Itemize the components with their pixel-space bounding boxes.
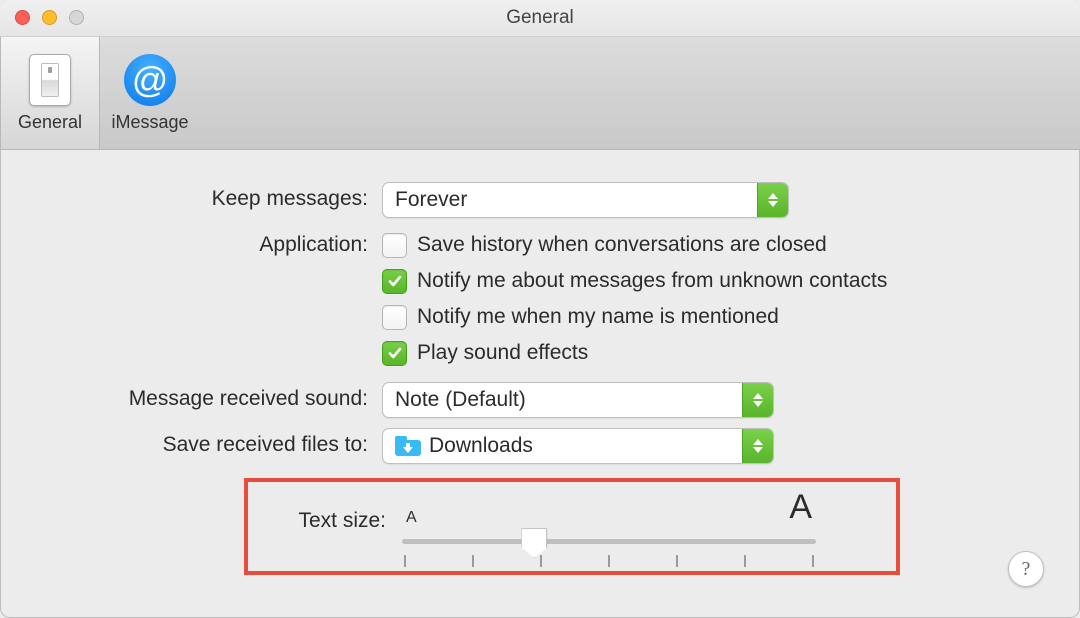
- help-button[interactable]: ?: [1008, 551, 1044, 587]
- checkbox-label: Notify me when my name is mentioned: [417, 302, 779, 332]
- sound-value: Note (Default): [383, 388, 742, 412]
- switch-icon: [29, 54, 71, 106]
- text-size-small-glyph: A: [406, 509, 417, 527]
- question-mark-icon: ?: [1022, 558, 1031, 581]
- save-to-value: Downloads: [383, 434, 742, 458]
- traffic-lights: [15, 10, 84, 25]
- application-option-2[interactable]: Notify me when my name is mentioned: [382, 302, 887, 332]
- application-option-0[interactable]: Save history when conversations are clos…: [382, 230, 887, 260]
- checkbox[interactable]: [382, 305, 407, 330]
- titlebar: General: [0, 0, 1080, 37]
- slider-thumb[interactable]: [521, 528, 547, 558]
- downloads-folder-icon: [395, 436, 421, 456]
- checkbox-label: Notify me about messages from unknown co…: [417, 266, 887, 296]
- sound-select[interactable]: Note (Default): [382, 382, 774, 418]
- zoom-window-button[interactable]: [69, 10, 84, 25]
- checkbox-label: Save history when conversations are clos…: [417, 230, 827, 260]
- text-size-slider[interactable]: [402, 529, 816, 553]
- at-icon: @: [124, 54, 176, 106]
- application-label: Application:: [50, 228, 382, 262]
- text-size-scale: A A: [402, 488, 816, 527]
- save-to-select[interactable]: Downloads: [382, 428, 774, 464]
- chevron-up-down-icon: [742, 383, 773, 417]
- chevron-up-down-icon: [742, 429, 773, 463]
- application-option-1[interactable]: Notify me about messages from unknown co…: [382, 266, 887, 296]
- preferences-window: General General @ iMessage Keep messages…: [0, 0, 1080, 618]
- keep-messages-select[interactable]: Forever: [382, 182, 789, 218]
- checkbox[interactable]: [382, 233, 407, 258]
- keep-messages-label: Keep messages:: [50, 182, 382, 216]
- chevron-up-down-icon: [757, 183, 788, 217]
- slider-ticks: [402, 555, 816, 567]
- text-size-label: Text size:: [262, 509, 402, 533]
- slider-track: [402, 539, 816, 544]
- minimize-window-button[interactable]: [42, 10, 57, 25]
- close-window-button[interactable]: [15, 10, 30, 25]
- checkbox[interactable]: [382, 269, 407, 294]
- general-pane: Keep messages: Forever Application: Save…: [0, 150, 1080, 615]
- preferences-tabbar: General @ iMessage: [0, 37, 1080, 150]
- application-option-3[interactable]: Play sound effects: [382, 338, 887, 368]
- tab-imessage-label: iMessage: [111, 112, 188, 133]
- save-to-label: Save received files to:: [50, 428, 382, 462]
- tab-general[interactable]: General: [0, 37, 100, 149]
- tab-general-label: General: [18, 112, 82, 133]
- text-size-highlight: Text size: A A: [244, 478, 900, 575]
- window-title: General: [506, 7, 574, 29]
- checkbox[interactable]: [382, 341, 407, 366]
- sound-label: Message received sound:: [50, 382, 382, 416]
- text-size-large-glyph: A: [789, 488, 812, 527]
- tab-imessage[interactable]: @ iMessage: [100, 37, 200, 149]
- keep-messages-value: Forever: [383, 188, 757, 212]
- checkbox-label: Play sound effects: [417, 338, 588, 368]
